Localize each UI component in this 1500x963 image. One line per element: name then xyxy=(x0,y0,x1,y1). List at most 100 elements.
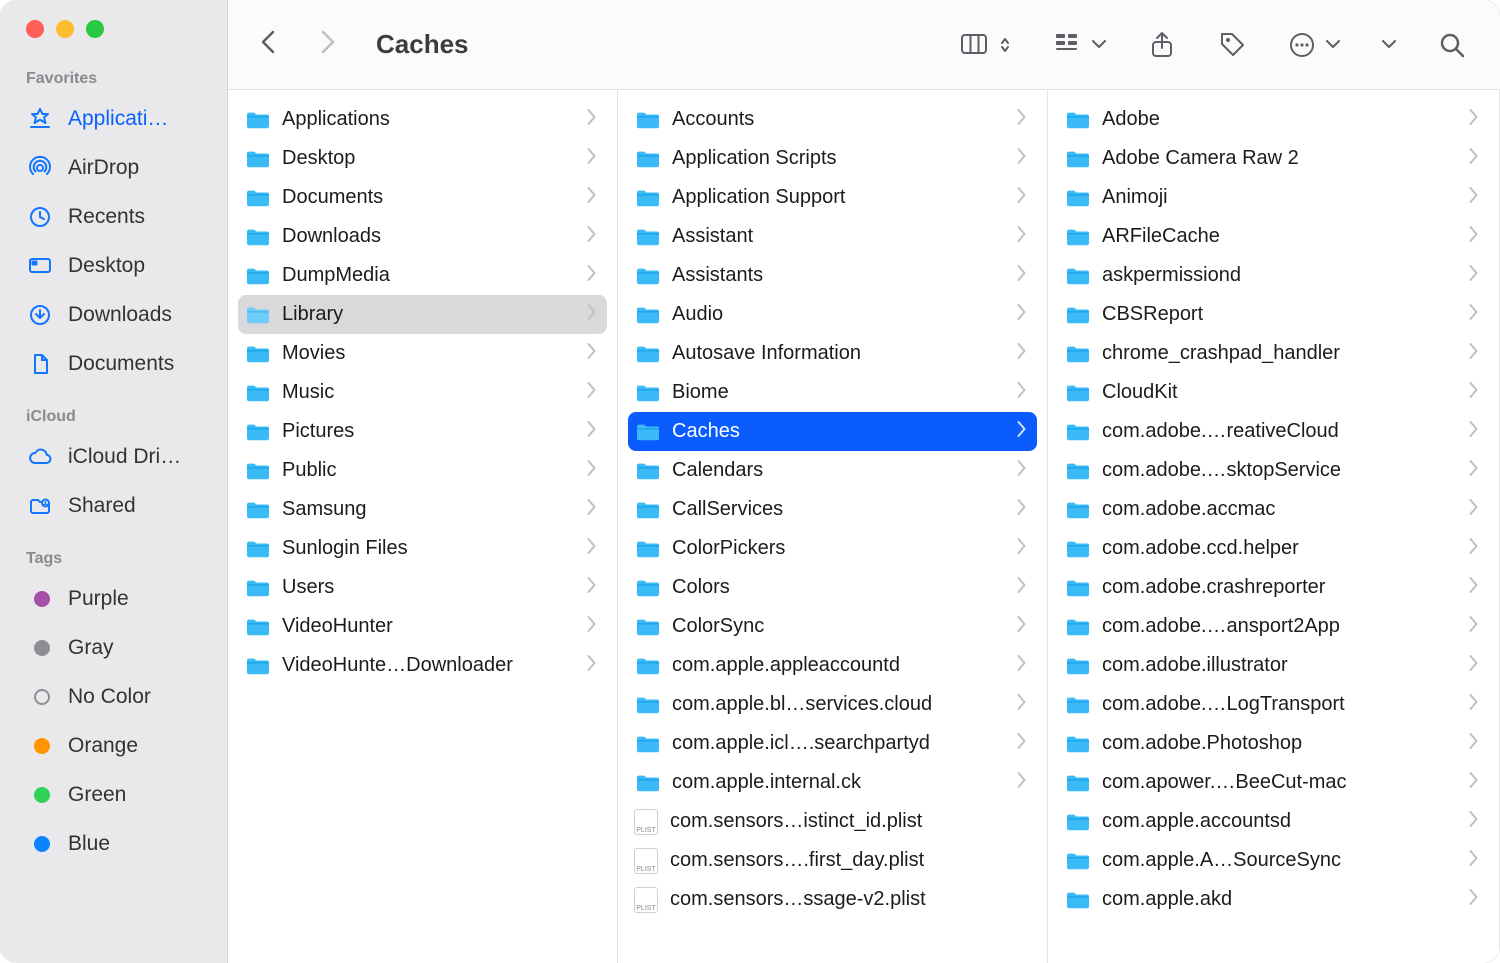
chevron-right-icon xyxy=(1468,732,1479,755)
sidebar-item-label: No Color xyxy=(68,685,151,709)
list-item[interactable]: ColorSync xyxy=(628,607,1037,646)
list-item[interactable]: Music xyxy=(238,373,607,412)
zoom-button[interactable] xyxy=(86,20,104,38)
sidebar-item[interactable]: Downloads xyxy=(0,290,227,339)
sidebar-tag-item[interactable]: Purple xyxy=(0,574,227,623)
item-label: com.adobe.…reativeCloud xyxy=(1102,420,1458,443)
group-by-button[interactable] xyxy=(1054,31,1106,59)
list-item[interactable]: PLISTcom.sensors…ssage-v2.plist xyxy=(628,880,1037,919)
more-button[interactable] xyxy=(1288,31,1340,59)
sidebar-tag-item[interactable]: Orange xyxy=(0,721,227,770)
list-item[interactable]: ARFileCache xyxy=(1058,217,1489,256)
list-item[interactable]: com.apple.A…SourceSync xyxy=(1058,841,1489,880)
list-item[interactable]: Biome xyxy=(628,373,1037,412)
list-item[interactable]: askpermissiond xyxy=(1058,256,1489,295)
search-button[interactable] xyxy=(1438,31,1466,59)
list-item[interactable]: Applications xyxy=(238,100,607,139)
sidebar-item[interactable]: Recents xyxy=(0,192,227,241)
list-item[interactable]: Assistants xyxy=(628,256,1037,295)
list-item[interactable]: Library xyxy=(238,295,607,334)
list-item[interactable]: Samsung xyxy=(238,490,607,529)
list-item[interactable]: com.apower.…BeeCut-mac xyxy=(1058,763,1489,802)
sidebar-item[interactable]: Shared xyxy=(0,481,227,530)
list-item[interactable]: com.apple.internal.ck xyxy=(628,763,1037,802)
list-item[interactable]: Caches xyxy=(628,412,1037,451)
list-item[interactable]: Movies xyxy=(238,334,607,373)
list-item[interactable]: VideoHunter xyxy=(238,607,607,646)
list-item[interactable]: CallServices xyxy=(628,490,1037,529)
sidebar-tag-item[interactable]: No Color xyxy=(0,672,227,721)
tags-button[interactable] xyxy=(1218,31,1246,59)
list-item[interactable]: Audio xyxy=(628,295,1037,334)
list-item[interactable]: Desktop xyxy=(238,139,607,178)
list-item[interactable]: com.apple.icl….searchpartyd xyxy=(628,724,1037,763)
list-item[interactable]: com.adobe.ccd.helper xyxy=(1058,529,1489,568)
list-item[interactable]: Calendars xyxy=(628,451,1037,490)
overflow-button[interactable] xyxy=(1382,38,1396,52)
list-item[interactable]: com.adobe.…sktopService xyxy=(1058,451,1489,490)
sidebar-item[interactable]: AirDrop xyxy=(0,143,227,192)
list-item[interactable]: com.adobe.…ansport2App xyxy=(1058,607,1489,646)
sidebar-item[interactable]: Documents xyxy=(0,339,227,388)
item-label: com.adobe.Photoshop xyxy=(1102,732,1458,755)
list-item[interactable]: Accounts xyxy=(628,100,1037,139)
sidebar-item[interactable]: Desktop xyxy=(0,241,227,290)
list-item[interactable]: Application Scripts xyxy=(628,139,1037,178)
list-item[interactable]: Public xyxy=(238,451,607,490)
list-item[interactable]: ColorPickers xyxy=(628,529,1037,568)
list-item[interactable]: Colors xyxy=(628,568,1037,607)
list-item[interactable]: Pictures xyxy=(238,412,607,451)
list-item[interactable]: VideoHunte…Downloader xyxy=(238,646,607,685)
sidebar-tag-item[interactable]: Gray xyxy=(0,623,227,672)
list-item[interactable]: com.adobe.accmac xyxy=(1058,490,1489,529)
file-icon: PLIST xyxy=(634,887,658,913)
list-item[interactable]: com.apple.appleaccountd xyxy=(628,646,1037,685)
sidebar-tag-item[interactable]: Blue xyxy=(0,819,227,868)
column-2[interactable]: AccountsApplication ScriptsApplication S… xyxy=(618,90,1048,963)
list-item[interactable]: com.adobe.Photoshop xyxy=(1058,724,1489,763)
minimize-button[interactable] xyxy=(56,20,74,38)
column-1[interactable]: ApplicationsDesktop Documents DownloadsDum… xyxy=(228,90,618,963)
list-item[interactable]: Adobe Camera Raw 2 xyxy=(1058,139,1489,178)
sidebar-tag-item[interactable]: Green xyxy=(0,770,227,819)
list-item[interactable]: com.apple.akd xyxy=(1058,880,1489,919)
sidebar-item[interactable]: Applicati… xyxy=(0,94,227,143)
list-item[interactable]: Users xyxy=(238,568,607,607)
item-label: Music xyxy=(282,381,576,404)
list-item[interactable]: com.apple.bl…services.cloud xyxy=(628,685,1037,724)
list-item[interactable]: Adobe xyxy=(1058,100,1489,139)
list-item[interactable]: com.adobe.illustrator xyxy=(1058,646,1489,685)
forward-button[interactable] xyxy=(316,30,340,59)
column-3[interactable]: AdobeAdobe Camera Raw 2AnimojiARFileCach… xyxy=(1048,90,1500,963)
list-item[interactable]: Sunlogin Files xyxy=(238,529,607,568)
folder-icon xyxy=(244,382,272,404)
list-item[interactable]: com.adobe.crashreporter xyxy=(1058,568,1489,607)
list-item[interactable]: PLISTcom.sensors….first_day.plist xyxy=(628,841,1037,880)
view-mode-button[interactable] xyxy=(960,31,1012,59)
list-item[interactable]: CloudKit xyxy=(1058,373,1489,412)
list-item[interactable]: DumpMedia xyxy=(238,256,607,295)
chevron-right-icon xyxy=(1468,615,1479,638)
list-item[interactable]: Application Support xyxy=(628,178,1037,217)
item-label: Documents xyxy=(282,186,576,209)
sidebar-item[interactable]: iCloud Dri… xyxy=(0,432,227,481)
item-label: VideoHunte…Downloader xyxy=(282,654,576,677)
list-item[interactable]: Downloads xyxy=(238,217,607,256)
list-item[interactable]: com.adobe.…reativeCloud xyxy=(1058,412,1489,451)
back-button[interactable] xyxy=(258,30,282,59)
list-item[interactable]: Assistant xyxy=(628,217,1037,256)
list-item[interactable]: Documents xyxy=(238,178,607,217)
list-item[interactable]: com.apple.accountsd xyxy=(1058,802,1489,841)
list-item[interactable]: com.adobe.…LogTransport xyxy=(1058,685,1489,724)
close-button[interactable] xyxy=(26,20,44,38)
folder-icon xyxy=(244,265,272,287)
chevron-right-icon xyxy=(1468,381,1479,404)
folder-icon xyxy=(634,538,662,560)
list-item[interactable]: PLISTcom.sensors…istinct_id.plist xyxy=(628,802,1037,841)
list-item[interactable]: CBSReport xyxy=(1058,295,1489,334)
list-item[interactable]: chrome_crashpad_handler xyxy=(1058,334,1489,373)
list-item[interactable]: Animoji xyxy=(1058,178,1489,217)
list-item[interactable]: Autosave Information xyxy=(628,334,1037,373)
share-button[interactable] xyxy=(1148,31,1176,59)
folder-icon xyxy=(634,772,662,794)
